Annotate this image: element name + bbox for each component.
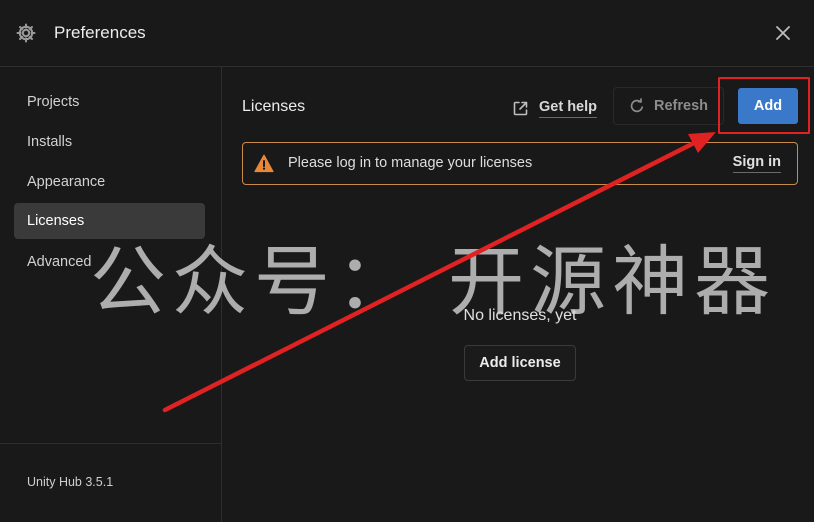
window-title: Preferences (54, 23, 146, 42)
close-icon (776, 26, 790, 40)
empty-state-message: No licenses, yet (463, 307, 577, 324)
sidebar-item-label: Projects (27, 94, 80, 110)
sign-in-link[interactable]: Sign in (732, 154, 781, 173)
sidebar: Projects Installs Appearance Licenses Ad… (0, 67, 222, 522)
licenses-panel: Licenses Get help Refresh Add Please log… (222, 67, 814, 522)
get-help-label: Get help (539, 99, 598, 118)
add-license-label: Add license (479, 355, 561, 371)
sidebar-item-advanced[interactable]: Advanced (14, 244, 205, 280)
close-button[interactable] (770, 20, 796, 46)
sidebar-item-licenses[interactable]: Licenses (14, 203, 205, 239)
sidebar-item-label: Installs (27, 134, 73, 150)
section-title: Licenses (242, 98, 306, 115)
login-warning-banner: Please log in to manage your licenses Si… (242, 142, 798, 185)
sidebar-divider (0, 443, 221, 444)
warning-icon (254, 154, 274, 173)
external-link-icon (513, 101, 528, 115)
sidebar-item-label: Advanced (27, 254, 92, 270)
refresh-icon (630, 98, 644, 113)
add-label: Add (753, 98, 783, 114)
preferences-window: Preferences Projects Installs Appearance… (0, 0, 814, 522)
refresh-label: Refresh (654, 98, 708, 114)
refresh-button[interactable]: Refresh (613, 87, 724, 125)
sidebar-item-projects[interactable]: Projects (14, 84, 205, 120)
sidebar-item-label: Licenses (27, 213, 85, 229)
app-version: Unity Hub 3.5.1 (27, 475, 114, 489)
get-help-link[interactable]: Get help (512, 95, 598, 121)
add-license-button[interactable]: Add license (464, 345, 576, 381)
sidebar-item-label: Appearance (27, 174, 106, 190)
add-button[interactable]: Add (738, 88, 798, 124)
title-bar: Preferences (0, 0, 814, 67)
gear-icon (16, 23, 36, 43)
sidebar-item-installs[interactable]: Installs (14, 124, 205, 160)
sidebar-item-appearance[interactable]: Appearance (14, 164, 205, 200)
banner-message: Please log in to manage your licenses (288, 155, 533, 171)
